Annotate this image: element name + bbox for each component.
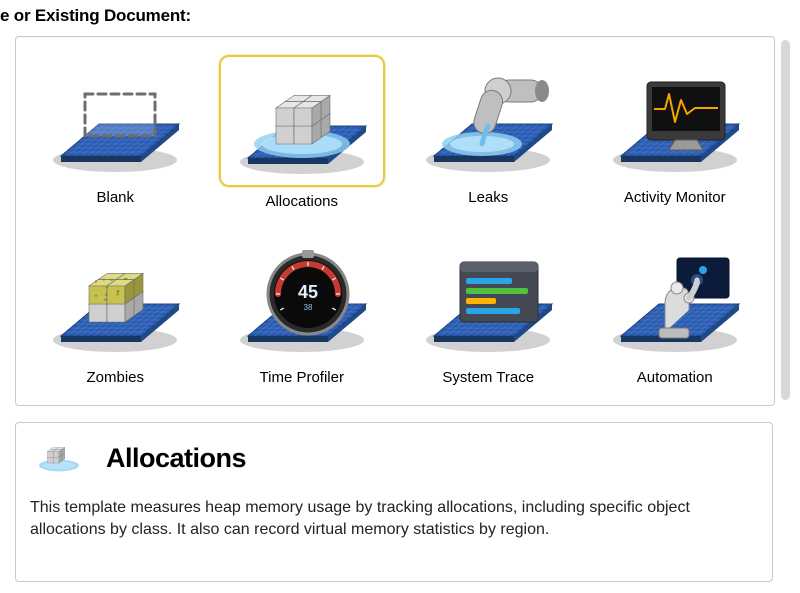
allocations-icon bbox=[219, 55, 385, 187]
template-item-label: Blank bbox=[96, 189, 134, 206]
activity-monitor-icon bbox=[594, 55, 756, 183]
template-item-allocations[interactable]: Allocations bbox=[209, 43, 396, 223]
time-profiler-icon: 4538 bbox=[221, 235, 383, 363]
leaks-icon bbox=[407, 55, 569, 183]
template-item-label: Activity Monitor bbox=[624, 189, 726, 206]
detail-title: Allocations bbox=[106, 443, 246, 474]
template-item-label: Allocations bbox=[265, 193, 338, 210]
template-item-leaks[interactable]: Leaks bbox=[395, 43, 582, 223]
template-item-automation[interactable]: Automation bbox=[582, 223, 769, 403]
template-item-system-trace[interactable]: System Trace bbox=[395, 223, 582, 403]
template-item-label: Automation bbox=[637, 369, 713, 386]
template-item-label: Leaks bbox=[468, 189, 508, 206]
automation-icon bbox=[594, 235, 756, 363]
svg-text:38: 38 bbox=[303, 303, 312, 312]
detail-description: This template measures heap memory usage… bbox=[30, 497, 758, 540]
allocations-icon bbox=[30, 433, 88, 483]
blank-icon bbox=[34, 55, 196, 183]
template-item-time-profiler[interactable]: 4538 Time Profiler bbox=[209, 223, 396, 403]
description-panel: Allocations This template measures heap … bbox=[15, 422, 773, 582]
scrollbar[interactable] bbox=[781, 40, 790, 400]
system-trace-icon bbox=[407, 235, 569, 363]
template-item-activity-monitor[interactable]: Activity Monitor bbox=[582, 43, 769, 223]
template-item-label: Zombies bbox=[86, 369, 144, 386]
zombies-icon bbox=[34, 235, 196, 363]
template-item-label: Time Profiler bbox=[260, 369, 344, 386]
template-item-blank[interactable]: Blank bbox=[22, 43, 209, 223]
template-item-label: System Trace bbox=[442, 369, 534, 386]
template-item-zombies[interactable]: Zombies bbox=[22, 223, 209, 403]
template-grid-panel: Blank Allocations Leaks Activity Monitor Zom… bbox=[15, 36, 775, 406]
page-title: e or Existing Document: bbox=[0, 6, 191, 26]
svg-text:45: 45 bbox=[298, 282, 318, 302]
